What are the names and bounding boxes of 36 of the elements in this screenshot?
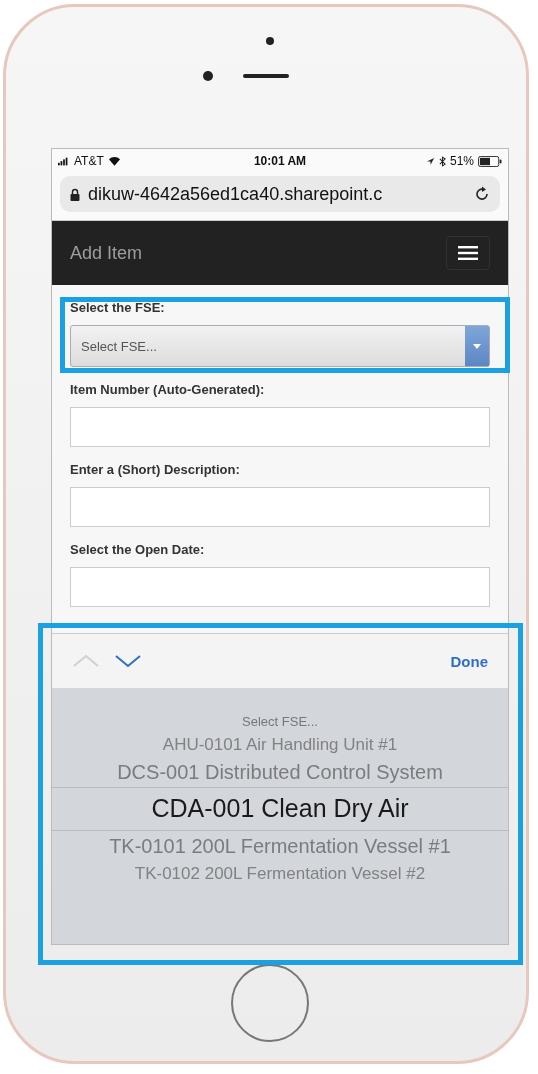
picker-option[interactable]: TK-0101 200L Fermentation Vessel #1 — [109, 830, 451, 861]
text-input[interactable] — [70, 407, 490, 447]
select-dropdown[interactable]: Select FSE... — [70, 325, 490, 367]
camera-icon — [266, 37, 274, 45]
battery-icon — [478, 155, 502, 167]
picker-option[interactable]: Select FSE... — [242, 712, 318, 732]
field-label: Select the Open Date: — [70, 542, 206, 557]
picker-option[interactable]: DCS-001 Distributed Control System — [117, 757, 443, 787]
sensor-icon — [203, 71, 213, 81]
wifi-icon — [107, 156, 121, 166]
down-chevron-icon[interactable] — [114, 654, 142, 668]
address-bar[interactable]: dikuw-4642a56ed1ca40.sharepoint.c — [60, 176, 500, 212]
page-title: Add Item — [70, 242, 143, 264]
text-input[interactable] — [70, 487, 490, 527]
picker-option[interactable]: AHU-0101 Air Handling Unit #1 — [162, 731, 398, 757]
lock-icon — [70, 187, 80, 201]
text-input[interactable] — [70, 567, 490, 607]
url-text: dikuw-4642a56ed1ca40.sharepoint.c — [88, 183, 384, 205]
picker-option[interactable]: CDA-001 Clean Dry Air — [52, 787, 508, 831]
bluetooth-icon — [438, 155, 446, 167]
done-button[interactable]: Done — [450, 648, 488, 674]
battery-percent: 51% — [449, 154, 474, 168]
signal-icon — [58, 156, 70, 166]
field-label: Enter a (Short) Description: — [70, 462, 241, 477]
field-label: Select the FSE: — [70, 300, 166, 315]
home-button[interactable] — [231, 964, 309, 1042]
picker-option[interactable]: TK-0102 200L Fermentation Vessel #2 — [134, 860, 426, 886]
dropdown-arrow-icon — [473, 343, 481, 349]
speaker-icon — [243, 74, 289, 78]
reload-icon[interactable] — [474, 186, 490, 202]
location-arrow-icon — [425, 156, 435, 166]
field-label: Item Number (Auto-Generated): — [70, 382, 266, 397]
carrier-label: AT&T — [74, 154, 104, 168]
status-time: 10:01 AM — [253, 154, 307, 168]
menu-icon — [458, 246, 478, 260]
menu-button[interactable] — [446, 236, 490, 270]
